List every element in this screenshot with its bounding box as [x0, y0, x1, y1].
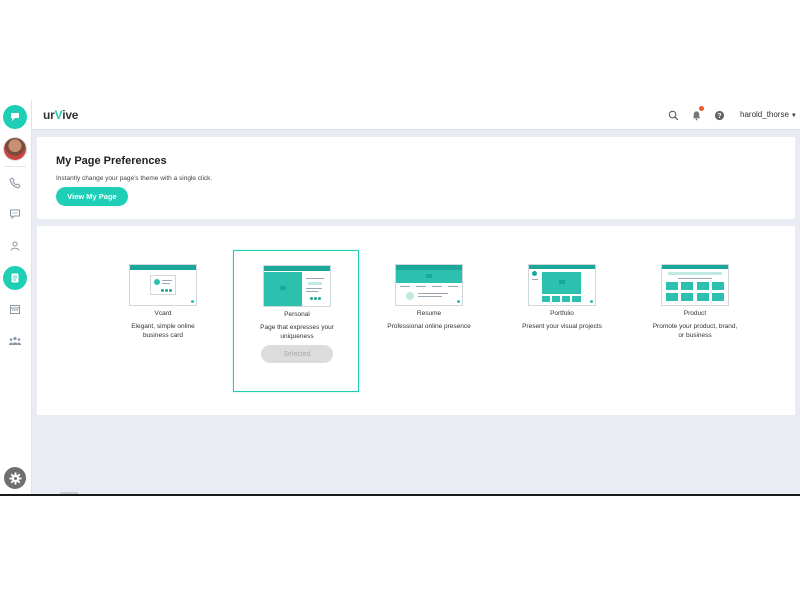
theme-card-personal[interactable]: Personal Page that expresses your unique…: [233, 250, 359, 392]
bell-icon: [692, 110, 700, 120]
page-title: My Page Preferences: [56, 155, 167, 167]
chevron-down-icon: ▼: [790, 113, 797, 119]
sidebar-item-contacts[interactable]: [6, 237, 24, 255]
notifications-button[interactable]: [689, 106, 704, 122]
theme-thumbnail-vcard: [129, 264, 197, 306]
page-icon: [11, 273, 19, 283]
username-label: harold_thorse: [740, 110, 789, 119]
sidebar-item-messages[interactable]: [6, 205, 24, 223]
theme-card-resume[interactable]: Resume Professional online presence: [366, 250, 492, 392]
theme-name: Product: [683, 310, 707, 317]
theme-card-vcard[interactable]: Vcard Elegant, simple online business ca…: [100, 250, 226, 392]
help-icon: ?: [714, 110, 724, 120]
sidebar-divider: [4, 166, 26, 167]
theme-card-product[interactable]: Product Promote your product, brand, or …: [632, 250, 758, 392]
page-subtitle: Instantly change your page's theme with …: [56, 175, 213, 182]
svg-text:?: ?: [717, 112, 721, 119]
window-bottom-border: [0, 494, 800, 496]
help-button[interactable]: ?: [712, 108, 726, 122]
theme-thumbnail-personal: [263, 265, 331, 307]
calendar-icon: [10, 305, 20, 314]
theme-name: Vcard: [154, 310, 172, 317]
app-window: urVive ? harold_thorse ▼ My Page Prefere…: [0, 100, 800, 495]
theme-thumbnail-portfolio: [528, 264, 596, 306]
user-menu[interactable]: harold_thorse ▼: [740, 110, 797, 119]
team-icon: [9, 336, 21, 345]
sidebar: [0, 100, 32, 495]
theme-name: Resume: [416, 310, 442, 317]
sidebar-item-calendar[interactable]: [6, 300, 24, 318]
sidebar-item-team[interactable]: [6, 332, 24, 350]
avatar[interactable]: [3, 137, 27, 161]
app-logo[interactable]: [3, 105, 27, 129]
view-my-page-button[interactable]: View My Page: [56, 187, 128, 206]
theme-thumbnail-product: [661, 264, 729, 306]
selected-button[interactable]: Selected: [261, 345, 333, 363]
top-header: urVive ? harold_thorse ▼: [32, 100, 800, 130]
theme-description: Professional online presence: [387, 323, 471, 330]
themes-panel: Vcard Elegant, simple online business ca…: [37, 226, 795, 415]
search-button[interactable]: [666, 108, 680, 122]
theme-description: Present your visual projects: [522, 323, 602, 330]
preferences-panel: My Page Preferences Instantly change you…: [37, 137, 795, 219]
scroll-indicator: [60, 492, 78, 494]
theme-description: Promote your product, brand, or business: [652, 323, 738, 339]
theme-thumbnail-resume: [395, 264, 463, 306]
gear-icon: [8, 471, 22, 485]
brand-logo[interactable]: urVive: [43, 108, 78, 122]
contacts-icon: [10, 241, 20, 251]
sidebar-item-calls[interactable]: [6, 174, 24, 192]
brand-suffix: ive: [62, 108, 79, 122]
settings-button[interactable]: [4, 467, 26, 489]
chat-icon: [10, 209, 20, 220]
sidebar-item-my-page[interactable]: [3, 266, 27, 290]
search-icon: [668, 110, 678, 120]
brand-prefix: ur: [43, 108, 55, 122]
notification-badge: [699, 106, 704, 111]
phone-icon: [9, 177, 21, 189]
theme-description: Page that expresses your uniqueness: [260, 324, 334, 340]
theme-name: Personal: [284, 311, 310, 318]
theme-description: Elegant, simple online business card: [131, 323, 195, 339]
theme-name: Portfolio: [550, 310, 574, 317]
theme-card-portfolio[interactable]: Portfolio Present your visual projects: [499, 250, 625, 392]
logo-icon: [11, 113, 19, 121]
